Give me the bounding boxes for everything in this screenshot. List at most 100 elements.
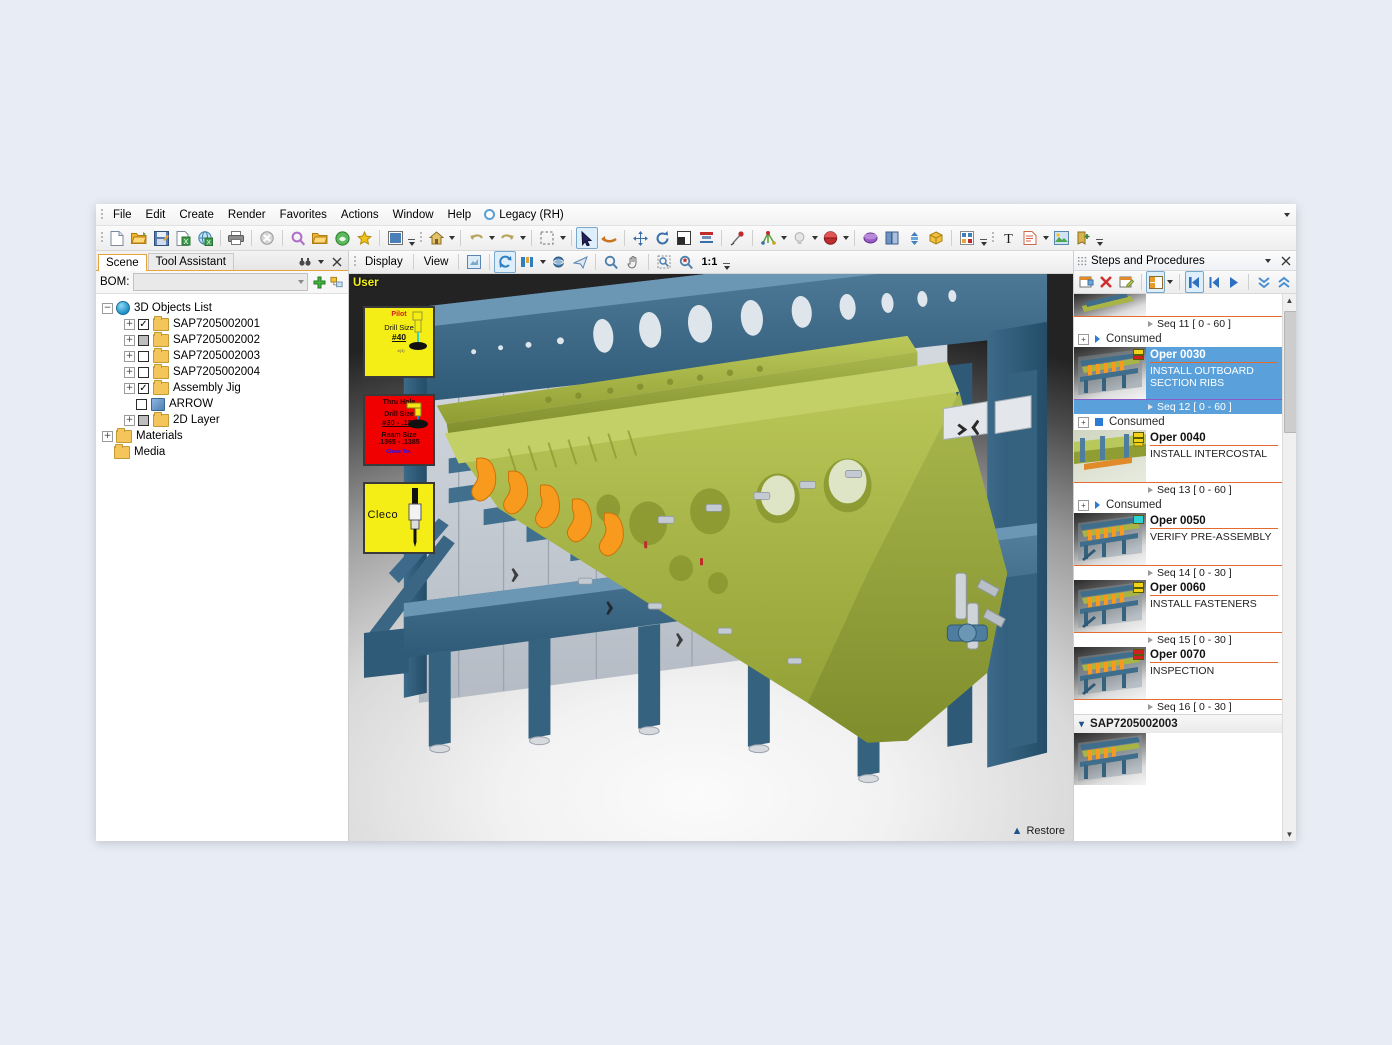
measure-dropdown[interactable]	[779, 228, 788, 248]
rotate-icon[interactable]	[651, 227, 673, 249]
move-icon[interactable]	[629, 227, 651, 249]
material-ball-icon[interactable]	[819, 227, 841, 249]
cancel-icon[interactable]	[256, 227, 278, 249]
refresh-rotate-icon[interactable]	[494, 251, 517, 273]
menu-favorites[interactable]: Favorites	[273, 207, 334, 223]
list-item-oper-0050[interactable]: Oper 0050 VERIFY PRE-ASSEMBLY	[1074, 513, 1282, 565]
collapse-all-icon[interactable]	[1254, 271, 1273, 293]
perspective-icon[interactable]	[547, 251, 569, 273]
publish-web-icon[interactable]: X	[194, 227, 216, 249]
toolbar-grip-3[interactable]	[989, 230, 997, 246]
window-layout-icon[interactable]	[384, 227, 406, 249]
material-dropdown[interactable]	[841, 228, 850, 248]
fly-through-icon[interactable]	[569, 251, 591, 273]
tree-node-sap7205002004[interactable]: + SAP7205002004	[102, 363, 348, 380]
binoculars-icon[interactable]	[298, 255, 312, 269]
expand-expander-icon[interactable]: +	[1078, 416, 1089, 428]
previous-step-icon[interactable]	[1205, 271, 1224, 293]
tab-scene[interactable]: Scene	[98, 254, 147, 271]
rotate-view-icon[interactable]	[598, 227, 620, 249]
3d-viewport[interactable]: User Pilot Drill Size #40 #(3) Thru Hole…	[349, 274, 1073, 841]
restore-button[interactable]: ▲ Restore	[1012, 825, 1065, 837]
light-dropdown[interactable]	[810, 228, 819, 248]
tree-checkbox[interactable]: ✓	[138, 382, 149, 394]
menu-file[interactable]: File	[106, 207, 139, 223]
expand-expander-icon[interactable]: +	[124, 318, 135, 330]
marquee-select-icon[interactable]	[536, 227, 558, 249]
tree-checkbox[interactable]: ✓	[138, 318, 149, 330]
bom-combo[interactable]	[133, 273, 308, 291]
note-dropdown[interactable]	[1041, 228, 1050, 248]
group-header-sap7205002003[interactable]: ▾ SAP7205002003	[1074, 714, 1282, 733]
list-item-partial[interactable]	[1074, 294, 1282, 316]
tree-node-3d-objects-list[interactable]: − 3D Objects List	[102, 300, 348, 316]
undo-icon[interactable]	[465, 227, 487, 249]
expand-expander-icon[interactable]: +	[124, 414, 135, 426]
menu-window[interactable]: Window	[386, 207, 441, 223]
mode-selector[interactable]: Legacy (RH)	[478, 208, 570, 222]
tree-checkbox[interactable]	[138, 414, 149, 426]
seq-bar-11[interactable]: Seq 11 [ 0 - 60 ]	[1074, 316, 1282, 331]
steps-scrollbar[interactable]: ▲ ▼	[1282, 294, 1296, 841]
marquee-dropdown[interactable]	[558, 228, 567, 248]
tree-node-media[interactable]: Media	[102, 443, 348, 460]
text-tool-icon[interactable]: T	[997, 227, 1019, 249]
menu-render[interactable]: Render	[221, 207, 273, 223]
axis-dropdown[interactable]	[538, 252, 547, 272]
tree-node-arrow[interactable]: ARROW	[102, 396, 348, 412]
chevron-down-icon[interactable]	[314, 255, 328, 269]
seq-bar-14[interactable]: Seq 14 [ 0 - 30 ]	[1074, 565, 1282, 580]
steps-scroll-region[interactable]: Seq 11 [ 0 - 60 ] + Consumed Oper 0030 I…	[1074, 294, 1282, 841]
save-icon[interactable]	[150, 227, 172, 249]
first-step-icon[interactable]	[1184, 271, 1204, 293]
tab-tool-assistant[interactable]: Tool Assistant	[147, 253, 234, 270]
scroll-down-button[interactable]: ▼	[1283, 828, 1296, 841]
toolbar-overflow-2[interactable]	[978, 228, 989, 248]
view-toolbar-overflow[interactable]	[721, 252, 732, 272]
tree-checkbox[interactable]	[138, 334, 149, 346]
tree-checkbox[interactable]	[138, 366, 149, 378]
shape-sphere-icon[interactable]	[859, 227, 881, 249]
tree-node-sap7205002001[interactable]: + ✓ SAP7205002001	[102, 315, 348, 332]
menu-create[interactable]: Create	[172, 207, 221, 223]
play-step-icon[interactable]	[1225, 271, 1244, 293]
tree-node-assembly-jig[interactable]: + ✓ Assembly Jig	[102, 379, 348, 396]
zoom-icon[interactable]	[600, 251, 622, 273]
edit-step-icon[interactable]	[1117, 271, 1136, 293]
expand-all-icon[interactable]	[1274, 271, 1293, 293]
close-icon[interactable]	[1279, 254, 1293, 268]
note-icon[interactable]	[1019, 227, 1041, 249]
chevron-down-icon[interactable]	[1261, 254, 1275, 268]
render-preview-icon[interactable]	[463, 251, 485, 273]
export-icon[interactable]: X	[172, 227, 194, 249]
pin-tool-icon[interactable]	[726, 227, 748, 249]
align-icon[interactable]	[695, 227, 717, 249]
book-icon[interactable]	[881, 227, 903, 249]
add-plus-icon[interactable]	[312, 275, 326, 289]
chevron-down-icon[interactable]: ▾	[1079, 719, 1084, 730]
add-marker-icon[interactable]	[1072, 227, 1094, 249]
tree-node-materials[interactable]: + Materials	[102, 427, 348, 444]
menu-actions[interactable]: Actions	[334, 207, 386, 223]
consumed-row-1[interactable]: + Consumed	[1074, 331, 1282, 347]
expand-expander-icon[interactable]: +	[124, 334, 135, 346]
scroll-track[interactable]	[1283, 307, 1296, 828]
seq-bar-16[interactable]: Seq 16 [ 0 - 30 ]	[1074, 699, 1282, 714]
toolbar-grip-1[interactable]	[98, 230, 106, 246]
close-icon[interactable]	[330, 255, 344, 269]
layout-dropdown[interactable]	[1166, 272, 1174, 292]
open-folder-icon[interactable]	[128, 227, 150, 249]
menubar-grip[interactable]	[98, 207, 106, 223]
mode-dropdown[interactable]	[1170, 212, 1296, 217]
grid-matrix-icon[interactable]	[956, 227, 978, 249]
menu-help[interactable]: Help	[441, 207, 479, 223]
scale-icon[interactable]	[673, 227, 695, 249]
cube-icon[interactable]	[925, 227, 947, 249]
list-item-group-first[interactable]	[1074, 733, 1282, 785]
steps-list[interactable]: Seq 11 [ 0 - 60 ] + Consumed Oper 0030 I…	[1074, 294, 1296, 841]
tree-node-sap7205002003[interactable]: + SAP7205002003	[102, 347, 348, 364]
print-icon[interactable]	[225, 227, 247, 249]
image-icon[interactable]	[1050, 227, 1072, 249]
pan-hand-icon[interactable]	[622, 251, 644, 273]
tree-checkbox[interactable]	[136, 398, 147, 410]
